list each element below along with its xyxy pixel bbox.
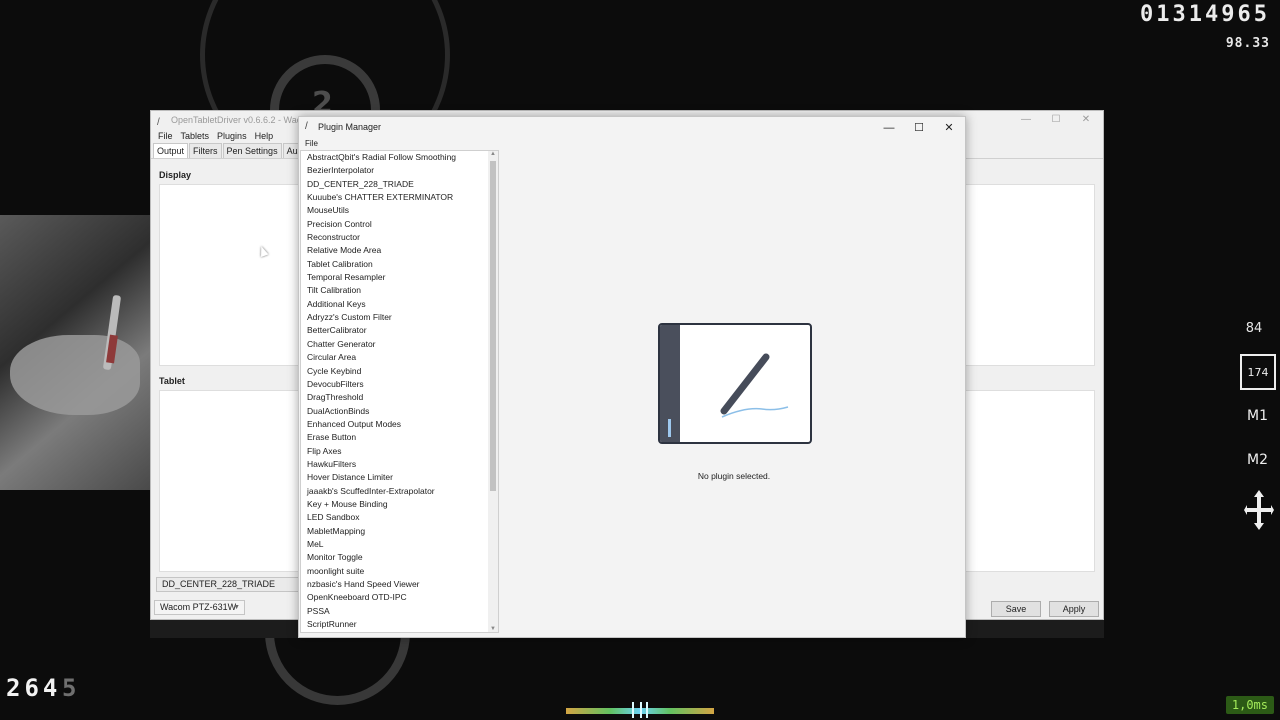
plugin-manager-window: / Plugin Manager — ☐ ✕ File AbstractQbit… xyxy=(298,116,966,638)
list-item[interactable]: Monitor Toggle xyxy=(301,551,498,564)
list-item[interactable]: PSSA xyxy=(301,605,498,618)
mouse1-key-label: M1 xyxy=(1247,408,1268,424)
list-item[interactable]: MouseUtils xyxy=(301,204,498,217)
tablet-section-title: Tablet xyxy=(159,376,185,386)
maximize-icon[interactable]: ☐ xyxy=(904,118,934,138)
list-item[interactable]: Temporal Resampler xyxy=(301,271,498,284)
close-icon[interactable]: ✕ xyxy=(934,118,964,138)
key1-counter: 84 xyxy=(1245,321,1263,336)
list-item[interactable]: Tablet Calibration xyxy=(301,258,498,271)
score-counter: 01314965 xyxy=(1140,2,1270,27)
list-item[interactable]: ScriptRunner xyxy=(301,618,498,631)
list-item[interactable]: HawkuFilters xyxy=(301,458,498,471)
list-item[interactable]: Enhanced Output Modes xyxy=(301,418,498,431)
list-item[interactable]: Cycle Keybind xyxy=(301,365,498,378)
list-item[interactable]: OpenKneeboard OTD-IPC xyxy=(301,591,498,604)
list-item[interactable]: BezierInterpolator xyxy=(301,164,498,177)
hit-error-marker xyxy=(646,702,648,718)
list-item[interactable]: Relative Mode Area xyxy=(301,244,498,257)
plugin-manager-title: Plugin Manager xyxy=(318,122,382,132)
list-item[interactable]: DragThreshold xyxy=(301,391,498,404)
list-item[interactable]: MeL xyxy=(301,538,498,551)
list-item[interactable]: DualActionBinds xyxy=(301,405,498,418)
scroll-up-icon[interactable]: ▲ xyxy=(489,151,497,157)
plugin-list-items: AbstractQbit's Radial Follow Smoothing Be… xyxy=(301,151,498,631)
list-item[interactable]: Flip Axes xyxy=(301,445,498,458)
device-selector[interactable]: Wacom PTZ-631W ▼ xyxy=(154,600,245,615)
plugin-manager-titlebar: / Plugin Manager — ☐ ✕ xyxy=(299,117,965,139)
list-item[interactable]: Precision Control xyxy=(301,218,498,231)
device-selector-value: Wacom PTZ-631W xyxy=(160,602,237,612)
no-plugin-selected-message: No plugin selected. xyxy=(697,471,771,481)
list-item[interactable]: Additional Keys xyxy=(301,298,498,311)
list-item[interactable]: Erase Button xyxy=(301,431,498,444)
hit-error-marker xyxy=(640,702,642,718)
move-arrows-icon xyxy=(1244,490,1274,530)
plugin-manager-app-icon: / xyxy=(305,121,308,132)
list-item[interactable]: Circular Area xyxy=(301,351,498,364)
tab-pen-settings[interactable]: Pen Settings xyxy=(222,143,282,158)
maximize-icon[interactable]: ☐ xyxy=(1041,111,1071,129)
close-icon[interactable]: ✕ xyxy=(1071,111,1101,129)
key2-counter-box: 174 xyxy=(1240,354,1276,390)
list-item[interactable]: Hover Distance Limiter xyxy=(301,471,498,484)
minimize-icon[interactable]: — xyxy=(1011,111,1041,129)
webcam-hand xyxy=(10,335,140,415)
menu-file[interactable]: File xyxy=(305,139,318,148)
otd-app-icon: / xyxy=(157,117,160,128)
plugin-manager-menubar: File xyxy=(299,139,965,149)
profile-selector[interactable]: DD_CENTER_228_TRIADE xyxy=(156,577,311,592)
list-item[interactable]: Chatter Generator xyxy=(301,338,498,351)
menu-plugins[interactable]: Plugins xyxy=(213,129,251,143)
combo-counter: 264 xyxy=(6,674,62,702)
hit-error-marker xyxy=(632,702,634,718)
list-item[interactable]: LED Sandbox xyxy=(301,511,498,524)
menu-help[interactable]: Help xyxy=(251,129,278,143)
webcam-overlay xyxy=(0,215,152,490)
key2-counter: 174 xyxy=(1247,365,1269,379)
accuracy-display: 98.33 xyxy=(1225,36,1270,51)
save-button[interactable]: Save xyxy=(991,601,1041,617)
mouse2-key-label: M2 xyxy=(1247,452,1268,468)
chevron-down-icon: ▼ xyxy=(233,604,240,611)
plugin-list-scrollbar[interactable]: ▲ ▼ xyxy=(488,151,498,632)
display-section-title: Display xyxy=(159,170,192,180)
list-item[interactable]: AbstractQbit's Radial Follow Smoothing xyxy=(301,151,498,164)
scroll-down-icon[interactable]: ▼ xyxy=(489,626,497,632)
list-item[interactable]: BetterCalibrator xyxy=(301,324,498,337)
combo-counter-ghost: 5 xyxy=(62,674,77,702)
scrollbar-thumb[interactable] xyxy=(490,161,496,491)
list-item[interactable]: Tilt Calibration xyxy=(301,284,498,297)
list-item[interactable]: Kuuube's CHATTER EXTERMINATOR xyxy=(301,191,498,204)
plugin-placeholder-illustration xyxy=(658,323,812,444)
minimize-icon[interactable]: — xyxy=(874,118,904,138)
tab-output[interactable]: Output xyxy=(153,143,189,158)
list-item[interactable]: Adryzz's Custom Filter xyxy=(301,311,498,324)
tab-filters[interactable]: Filters xyxy=(189,143,222,158)
list-item[interactable]: nzbasic's Hand Speed Viewer xyxy=(301,578,498,591)
list-item[interactable]: Key + Mouse Binding xyxy=(301,498,498,511)
latency-badge: 1,0ms xyxy=(1225,696,1274,714)
menu-tablets[interactable]: Tablets xyxy=(177,129,214,143)
list-item[interactable]: DevocubFilters xyxy=(301,378,498,391)
list-item[interactable]: moonlight suite xyxy=(301,565,498,578)
apply-button[interactable]: Apply xyxy=(1049,601,1099,617)
list-item[interactable]: Reconstructor xyxy=(301,231,498,244)
pen-drawing-icon xyxy=(720,353,789,418)
list-item[interactable]: DD_CENTER_228_TRIADE xyxy=(301,178,498,191)
plugin-list[interactable]: AbstractQbit's Radial Follow Smoothing Be… xyxy=(300,150,499,633)
list-item[interactable]: MabletMapping xyxy=(301,525,498,538)
list-item[interactable]: jaaakb's ScuffedInter-Extrapolator xyxy=(301,485,498,498)
